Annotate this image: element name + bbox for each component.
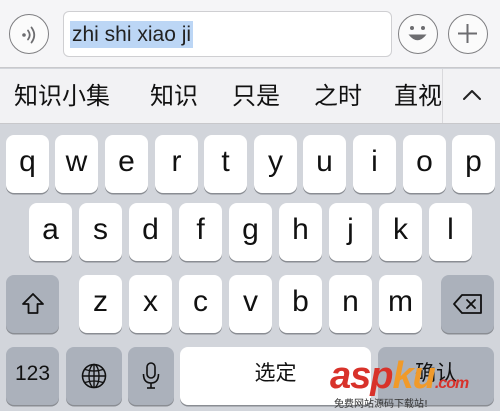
key-l[interactable]: l bbox=[429, 203, 472, 261]
candidate-bar: 知识小集 知识 只是 之时 直视 bbox=[0, 69, 500, 124]
key-v[interactable]: v bbox=[229, 275, 272, 333]
key-c[interactable]: c bbox=[179, 275, 222, 333]
candidate-item[interactable]: 只是 bbox=[232, 79, 280, 113]
key-s[interactable]: s bbox=[79, 203, 122, 261]
key-e[interactable]: e bbox=[105, 135, 148, 193]
globe-icon bbox=[81, 363, 107, 389]
key-y[interactable]: y bbox=[254, 135, 297, 193]
voice-input-button[interactable] bbox=[9, 14, 49, 54]
microphone-icon bbox=[142, 362, 160, 389]
key-m[interactable]: m bbox=[379, 275, 422, 333]
watermark-logo-accent: ku bbox=[392, 355, 435, 397]
key-z[interactable]: z bbox=[79, 275, 122, 333]
message-input[interactable]: zhi shi xiao ji bbox=[63, 11, 392, 57]
key-d[interactable]: d bbox=[129, 203, 172, 261]
shift-key[interactable] bbox=[6, 275, 59, 333]
key-r[interactable]: r bbox=[155, 135, 198, 193]
expand-candidates-button[interactable] bbox=[442, 69, 500, 123]
chevron-up-icon bbox=[463, 90, 481, 100]
candidate-item[interactable]: 知识 bbox=[150, 79, 198, 113]
numbers-key[interactable]: 123 bbox=[6, 347, 59, 405]
key-q[interactable]: q bbox=[6, 135, 49, 193]
key-w[interactable]: w bbox=[55, 135, 98, 193]
key-t[interactable]: t bbox=[204, 135, 247, 193]
composing-pinyin-text: zhi shi xiao ji bbox=[70, 21, 194, 48]
shift-arrow-icon bbox=[21, 293, 44, 314]
watermark-logo-main: asp bbox=[330, 355, 393, 397]
key-o[interactable]: o bbox=[403, 135, 446, 193]
globe-key[interactable] bbox=[66, 347, 122, 405]
key-g[interactable]: g bbox=[229, 203, 272, 261]
candidate-item[interactable]: 直视 bbox=[394, 79, 442, 113]
delete-key[interactable] bbox=[441, 275, 494, 333]
key-u[interactable]: u bbox=[303, 135, 346, 193]
key-j[interactable]: j bbox=[329, 203, 372, 261]
watermark: aspku.com 免费网站源码下载站! bbox=[328, 355, 500, 411]
key-p[interactable]: p bbox=[452, 135, 495, 193]
key-a[interactable]: a bbox=[29, 203, 72, 261]
key-n[interactable]: n bbox=[329, 275, 372, 333]
watermark-subtitle: 免费网站源码下载站! bbox=[334, 399, 429, 410]
watermark-logo-suffix: .com bbox=[434, 375, 469, 392]
voice-wave-icon bbox=[22, 26, 36, 44]
candidate-item[interactable]: 之时 bbox=[314, 79, 362, 113]
plus-icon bbox=[458, 24, 477, 43]
key-f[interactable]: f bbox=[179, 203, 222, 261]
key-b[interactable]: b bbox=[279, 275, 322, 333]
input-toolbar: zhi shi xiao ji bbox=[0, 0, 500, 68]
candidate-item[interactable]: 知识小集 bbox=[14, 79, 110, 113]
microphone-key[interactable] bbox=[128, 347, 174, 405]
more-options-button[interactable] bbox=[448, 14, 488, 54]
key-h[interactable]: h bbox=[279, 203, 322, 261]
key-x[interactable]: x bbox=[129, 275, 172, 333]
key-i[interactable]: i bbox=[353, 135, 396, 193]
smiley-icon bbox=[408, 26, 427, 41]
emoji-button[interactable] bbox=[398, 14, 438, 54]
backspace-icon bbox=[452, 294, 482, 314]
key-k[interactable]: k bbox=[379, 203, 422, 261]
